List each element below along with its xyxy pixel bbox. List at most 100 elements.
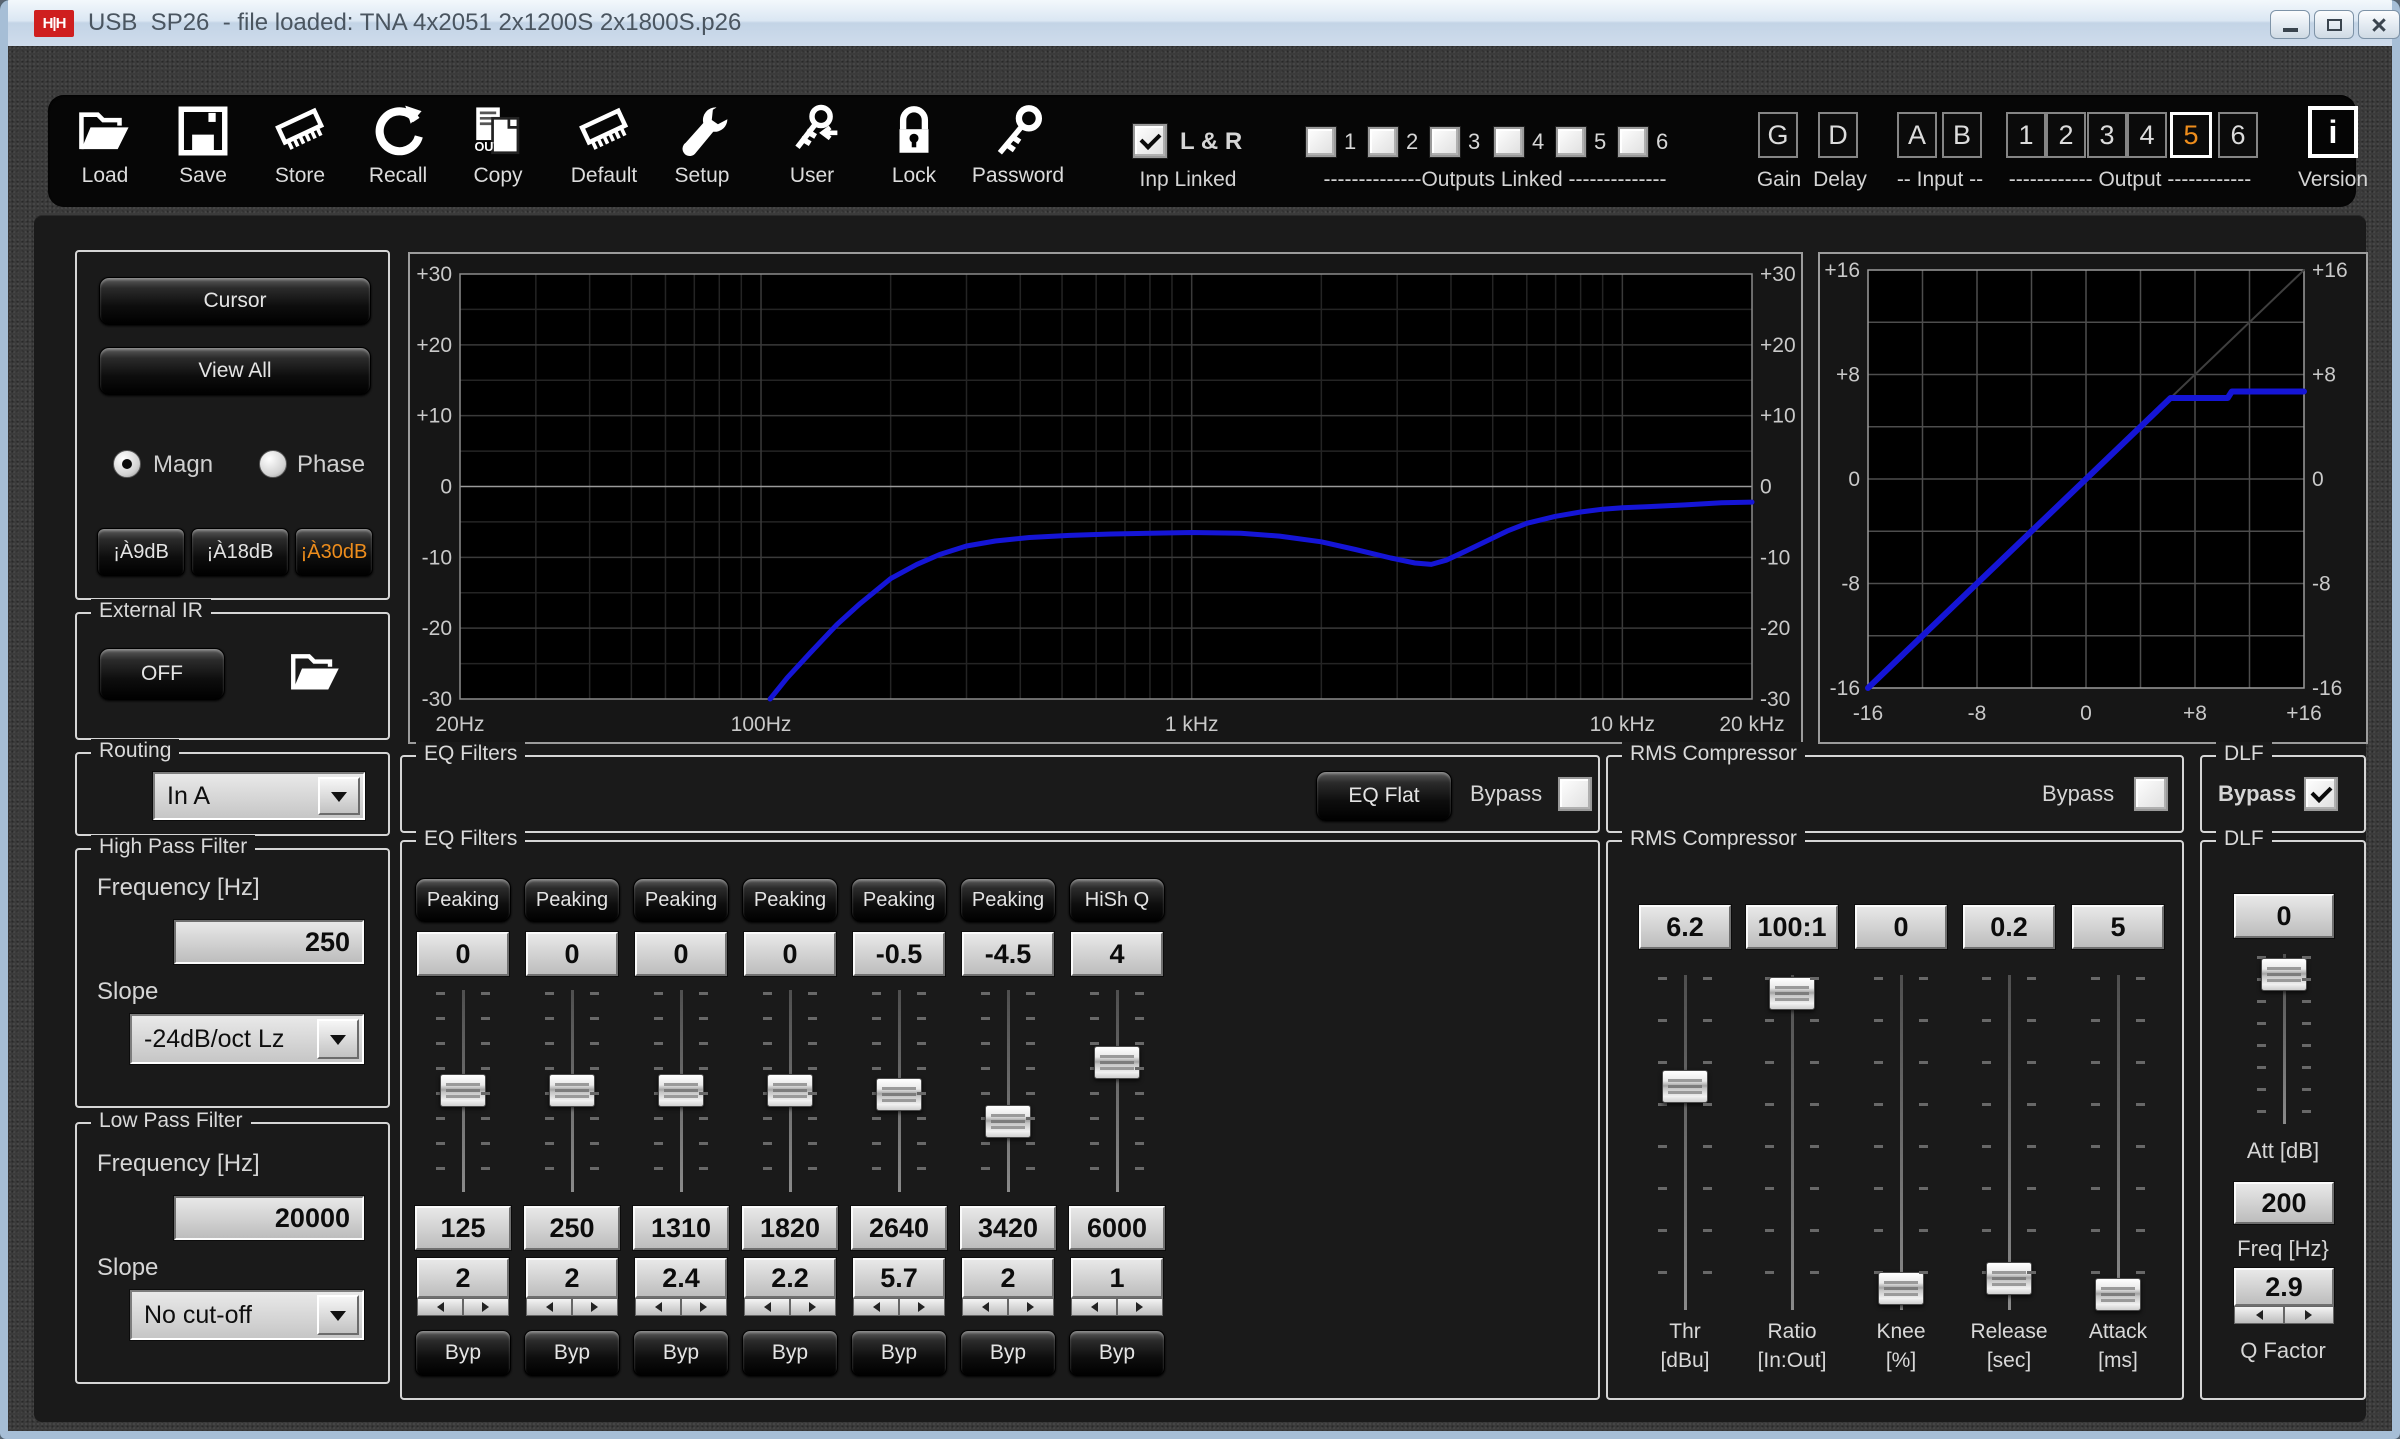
dlf-bypass-checkbox[interactable]	[2304, 777, 2338, 811]
eq-band-2-type-button[interactable]: Peaking	[524, 878, 620, 922]
eq-band-2-gain-slider[interactable]	[524, 990, 620, 1192]
lpf-frequency-field[interactable]: 20000	[174, 1196, 364, 1240]
output-linked-6-checkbox[interactable]	[1618, 127, 1648, 157]
eq-band-6-type-button[interactable]: Peaking	[960, 878, 1056, 922]
output-linked-4-checkbox[interactable]	[1494, 127, 1524, 157]
q-decrement-button[interactable]	[526, 1298, 572, 1316]
threshold-slider[interactable]	[1637, 975, 1733, 1310]
eq-band-5-bypass-button[interactable]: Byp	[851, 1330, 947, 1376]
eq-band-5-q-field[interactable]: 5.7	[853, 1258, 945, 1298]
attack-slider[interactable]	[2070, 975, 2166, 1310]
hpf-frequency-field[interactable]: 250	[174, 920, 364, 964]
eq-band-2-frequency-field[interactable]: 250	[524, 1206, 620, 1250]
load-ir-folder-icon[interactable]	[283, 644, 349, 700]
slider-handle[interactable]	[658, 1074, 704, 1107]
output-linked-5-checkbox[interactable]	[1556, 127, 1586, 157]
q-decrement-button[interactable]	[635, 1298, 681, 1316]
output-4-button[interactable]: 4	[2127, 112, 2167, 158]
q-increment-button[interactable]	[1008, 1298, 1054, 1316]
eq-band-1-frequency-field[interactable]: 125	[415, 1206, 511, 1250]
eq-band-4-bypass-button[interactable]: Byp	[742, 1330, 838, 1376]
lock-button[interactable]: Lock	[866, 100, 962, 202]
phase-radio[interactable]	[259, 450, 287, 478]
eq-band-5-type-button[interactable]: Peaking	[851, 878, 947, 922]
q-increment-button[interactable]	[572, 1298, 618, 1316]
slider-handle[interactable]	[1769, 977, 1815, 1010]
slider-handle[interactable]	[1094, 1046, 1140, 1079]
input-a-button[interactable]: A	[1897, 112, 1937, 158]
output-2-button[interactable]: 2	[2046, 112, 2086, 158]
slider-handle[interactable]	[440, 1074, 486, 1107]
eq-band-4-q-field[interactable]: 2.2	[744, 1258, 836, 1298]
slider-handle[interactable]	[767, 1074, 813, 1107]
eq-band-7-gain-slider[interactable]	[1069, 990, 1165, 1192]
slider-handle[interactable]	[985, 1105, 1031, 1138]
hpf-slope-select[interactable]: -24dB/oct Lz	[130, 1014, 364, 1064]
output-linked-1-checkbox[interactable]	[1306, 127, 1336, 157]
eq-band-3-frequency-field[interactable]: 1310	[633, 1206, 729, 1250]
range-9db-button[interactable]: ¡À9dB	[97, 528, 185, 576]
user-button[interactable]: User	[764, 100, 860, 202]
dlf-attenuation-field[interactable]: 0	[2234, 894, 2334, 938]
password-button[interactable]: Password	[970, 100, 1066, 202]
eq-band-3-gain-slider[interactable]	[633, 990, 729, 1192]
eq-band-7-q-field[interactable]: 1	[1071, 1258, 1163, 1298]
load-button[interactable]: Load	[57, 100, 153, 202]
slider-handle[interactable]	[549, 1074, 595, 1107]
cursor-button[interactable]: Cursor	[99, 277, 371, 325]
inp-linked-checkbox[interactable]	[1133, 124, 1167, 158]
eq-band-1-type-button[interactable]: Peaking	[415, 878, 511, 922]
eq-band-6-bypass-button[interactable]: Byp	[960, 1330, 1056, 1376]
copy-button[interactable]: OUT Copy	[450, 100, 546, 202]
eq-band-2-bypass-button[interactable]: Byp	[524, 1330, 620, 1376]
output-6-button[interactable]: 6	[2218, 112, 2258, 158]
knee-field[interactable]: 0	[1855, 905, 1947, 949]
q-increment-button[interactable]	[681, 1298, 727, 1316]
q-decrement-button[interactable]	[2234, 1306, 2284, 1324]
release-slider[interactable]	[1961, 975, 2057, 1310]
eq-band-7-type-button[interactable]: HiSh Q	[1069, 878, 1165, 922]
dlf-attenuation-slider[interactable]	[2236, 954, 2332, 1124]
version-button[interactable]: i	[2308, 106, 2358, 158]
save-button[interactable]: Save	[155, 100, 251, 202]
eq-band-1-gain-slider[interactable]	[415, 990, 511, 1192]
range-30db-button[interactable]: ¡À30dB	[295, 528, 373, 576]
slider-handle[interactable]	[2261, 958, 2307, 991]
q-increment-button[interactable]	[899, 1298, 945, 1316]
q-increment-button[interactable]	[2284, 1306, 2334, 1324]
lpf-slope-select[interactable]: No cut-off	[130, 1290, 364, 1340]
q-increment-button[interactable]	[1117, 1298, 1163, 1316]
output-linked-2-checkbox[interactable]	[1368, 127, 1398, 157]
eq-band-1-q-field[interactable]: 2	[417, 1258, 509, 1298]
ratio-field[interactable]: 100:1	[1746, 905, 1838, 949]
attack-field[interactable]: 5	[2072, 905, 2164, 949]
q-decrement-button[interactable]	[962, 1298, 1008, 1316]
maximize-button[interactable]	[2314, 10, 2354, 39]
slider-handle[interactable]	[876, 1078, 922, 1111]
output-1-button[interactable]: 1	[2006, 112, 2046, 158]
q-decrement-button[interactable]	[417, 1298, 463, 1316]
range-18db-button[interactable]: ¡À18dB	[191, 528, 289, 576]
knee-slider[interactable]	[1853, 975, 1949, 1310]
output-linked-3-checkbox[interactable]	[1430, 127, 1460, 157]
q-increment-button[interactable]	[790, 1298, 836, 1316]
slider-handle[interactable]	[1662, 1070, 1708, 1103]
setup-button[interactable]: Setup	[654, 100, 750, 202]
minimize-button[interactable]	[2270, 10, 2310, 39]
output-5-button[interactable]: 5	[2170, 112, 2212, 158]
eq-band-4-gain-field[interactable]: 0	[744, 932, 836, 976]
q-decrement-button[interactable]	[853, 1298, 899, 1316]
store-button[interactable]: Store	[252, 100, 348, 202]
q-decrement-button[interactable]	[744, 1298, 790, 1316]
eq-band-6-gain-field[interactable]: -4.5	[962, 932, 1054, 976]
input-b-button[interactable]: B	[1942, 112, 1982, 158]
ratio-slider[interactable]	[1744, 975, 1840, 1310]
magnitude-response-graph[interactable]: +30+30+20+20+10+1000-10-10-20-20-30-3020…	[410, 254, 1801, 742]
q-decrement-button[interactable]	[1071, 1298, 1117, 1316]
eq-band-6-gain-slider[interactable]	[960, 990, 1056, 1192]
compressor-bypass-checkbox[interactable]	[2134, 777, 2168, 811]
slider-handle[interactable]	[1986, 1262, 2032, 1295]
eq-band-5-frequency-field[interactable]: 2640	[851, 1206, 947, 1250]
eq-band-1-gain-field[interactable]: 0	[417, 932, 509, 976]
recall-button[interactable]: Recall	[350, 100, 446, 202]
